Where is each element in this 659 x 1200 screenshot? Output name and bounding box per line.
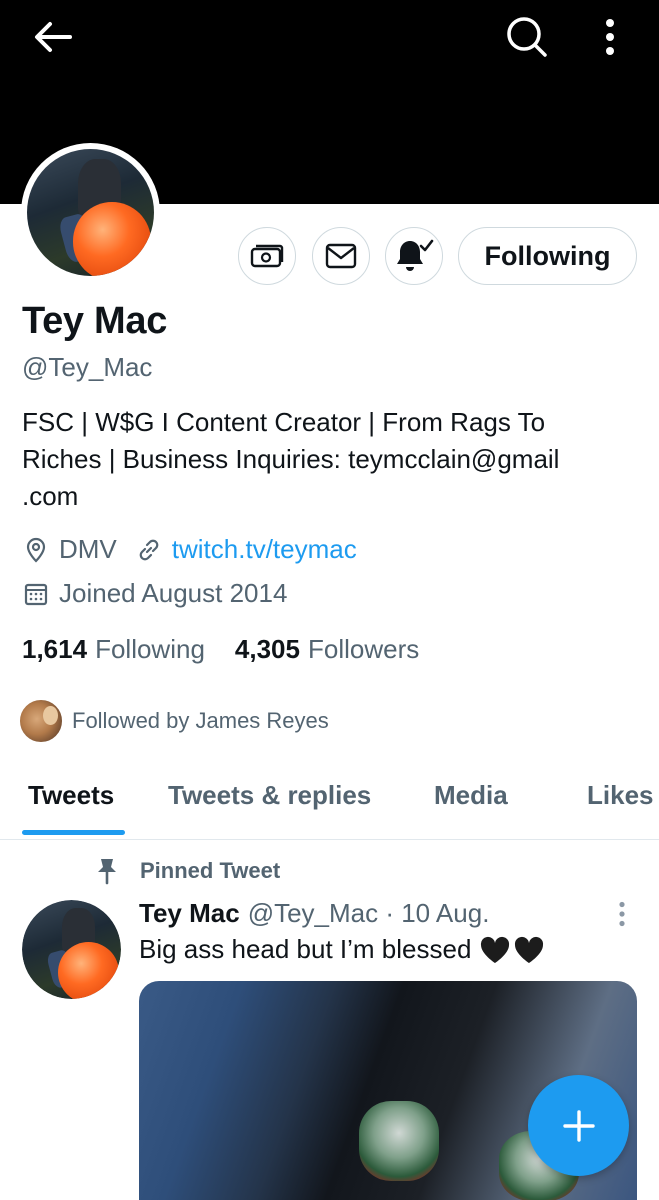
profile-handle: @Tey_Mac xyxy=(22,352,153,382)
tweet-header: Tey Mac @Tey_Mac · 10 Aug. xyxy=(139,898,489,929)
pinned-tweet-label-row: Pinned Tweet xyxy=(92,856,280,886)
tab-tweets-replies[interactable]: Tweets & replies xyxy=(168,780,371,811)
location-pin-icon xyxy=(22,536,50,564)
followers-label: Followers xyxy=(307,634,420,664)
following-count: 1,614 xyxy=(22,634,88,664)
tweet-handle-date: @Tey_Mac · 10 Aug. xyxy=(247,898,490,928)
black-heart-icon xyxy=(515,936,544,963)
follow-stats: 1,614 Following 4,305 Followers xyxy=(22,634,419,665)
mutual-follower-avatar xyxy=(18,698,64,744)
more-vertical-icon xyxy=(606,19,614,55)
more-options-button[interactable] xyxy=(590,12,630,62)
following-stat[interactable]: 1,614 Following xyxy=(22,634,205,665)
search-icon xyxy=(507,17,547,57)
tip-button[interactable] xyxy=(238,227,296,285)
back-button[interactable] xyxy=(28,14,78,60)
profile-website-link[interactable]: twitch.tv/teymac xyxy=(172,534,357,565)
avatar-photo xyxy=(27,149,154,276)
pinned-tweet-label: Pinned Tweet xyxy=(140,858,281,883)
more-vertical-icon xyxy=(619,901,625,927)
link-icon xyxy=(135,536,163,564)
active-tab-indicator xyxy=(22,830,125,835)
joined-row: Joined August 2014 xyxy=(22,578,287,609)
calendar-icon xyxy=(22,580,50,608)
profile-tabs: Tweets Tweets & replies Media Likes xyxy=(0,760,659,840)
tweet-more-button[interactable] xyxy=(608,900,636,928)
following-label: Following xyxy=(95,634,205,664)
notifications-button[interactable] xyxy=(385,227,443,285)
search-button[interactable] xyxy=(500,12,554,62)
tab-media[interactable]: Media xyxy=(434,780,508,811)
location-website-row: DMV twitch.tv/teymac xyxy=(22,534,357,565)
envelope-icon xyxy=(325,243,357,269)
arrow-left-icon xyxy=(35,22,72,52)
profile-bio: FSC | W$G I Content Creator | From Rags … xyxy=(22,407,560,511)
compose-plus-icon xyxy=(562,1109,595,1142)
black-heart-icon xyxy=(481,936,510,963)
bell-check-icon xyxy=(397,239,434,271)
tweet-avatar-photo xyxy=(22,900,121,999)
followers-count: 4,305 xyxy=(234,634,300,664)
profile-name: Tey Mac xyxy=(22,300,168,342)
followers-stat[interactable]: 4,305 Followers xyxy=(235,634,419,665)
tweet-author-name[interactable]: Tey Mac xyxy=(139,898,240,929)
tab-likes[interactable]: Likes xyxy=(587,780,654,811)
followed-by-text: Followed by James Reyes xyxy=(72,708,329,733)
profile-location: DMV xyxy=(59,534,117,564)
tip-jar-icon xyxy=(250,244,284,268)
tweet-text: Big ass head but I’m blessed xyxy=(139,934,545,965)
black-hearts-emoji xyxy=(479,936,545,964)
profile-joined-date: Joined August 2014 xyxy=(59,578,288,608)
tweet-body: Big ass head but I’m blessed xyxy=(139,934,472,964)
followed-by-row[interactable]: Followed by James Reyes xyxy=(18,698,329,744)
profile-avatar[interactable] xyxy=(21,143,160,282)
following-button[interactable]: Following xyxy=(458,227,637,285)
compose-tweet-button[interactable] xyxy=(528,1075,629,1176)
tab-tweets[interactable]: Tweets xyxy=(28,780,114,811)
tweet-author-avatar[interactable] xyxy=(22,900,121,999)
pin-icon xyxy=(92,856,122,886)
message-button[interactable] xyxy=(312,227,370,285)
